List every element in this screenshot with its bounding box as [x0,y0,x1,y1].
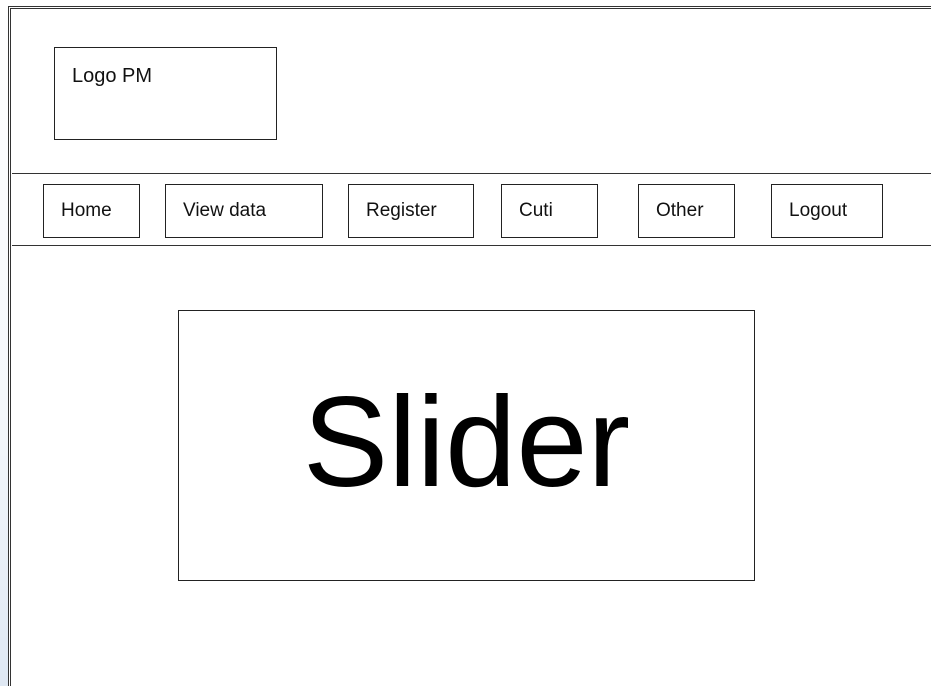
nav-home-button[interactable]: Home [43,184,140,238]
nav-other-button[interactable]: Other [638,184,735,238]
nav-logout-label: Logout [789,200,848,221]
wireframe-page: Logo PM Home View data Register Cuti Oth… [0,0,931,686]
header-divider [12,173,931,174]
nav-home-label: Home [61,200,112,221]
nav-cuti-label: Cuti [519,200,553,221]
nav-register-label: Register [366,200,437,221]
nav-register-button[interactable]: Register [348,184,474,238]
slider-text: Slider [302,370,631,514]
logo-placeholder[interactable]: Logo PM [54,47,277,140]
slider-placeholder[interactable]: Slider [178,310,755,581]
nav-cuti-button[interactable]: Cuti [501,184,598,238]
nav-view-data-label: View data [183,200,267,221]
nav-view-data-button[interactable]: View data [165,184,323,238]
left-edge-tint [0,0,8,686]
logo-text: Logo PM [72,65,153,87]
nav-divider [12,245,931,246]
nav-other-label: Other [656,200,704,221]
nav-logout-button[interactable]: Logout [771,184,883,238]
